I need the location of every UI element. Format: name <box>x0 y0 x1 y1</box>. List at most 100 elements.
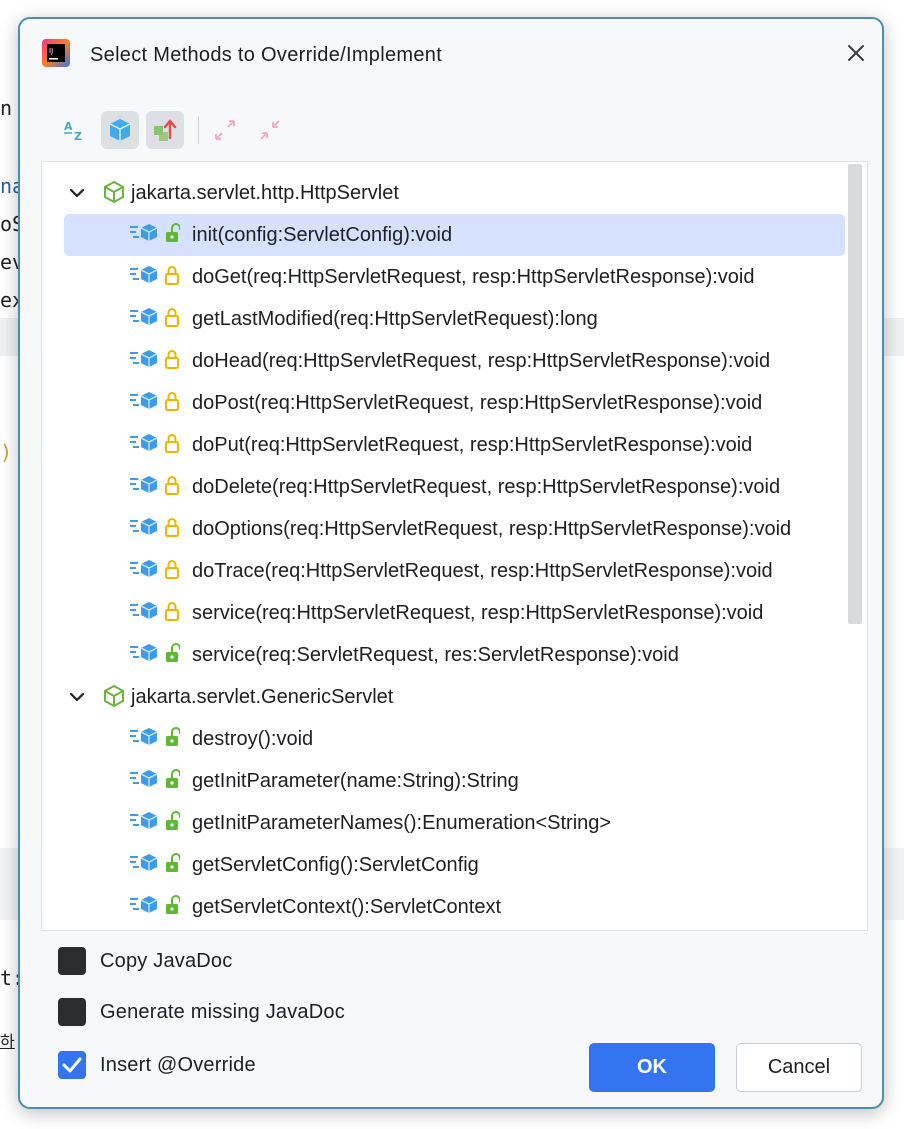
lock-protected-icon <box>165 308 179 327</box>
unlocked-public-icon <box>166 853 180 872</box>
hierarchy-arrow-icon <box>154 119 177 141</box>
class-icon <box>104 180 124 204</box>
override-methods-dialog: IJ Select Methods to Override/Implement … <box>18 17 884 1109</box>
intellij-logo-icon: IJ <box>42 39 70 67</box>
method-row[interactable]: service(req:HttpServletRequest, resp:Htt… <box>42 592 848 634</box>
method-icon <box>130 812 158 829</box>
method-signature-label: service(req:HttpServletRequest, resp:Htt… <box>192 602 764 624</box>
method-row[interactable]: doHead(req:HttpServletRequest, resp:Http… <box>42 340 848 382</box>
method-row[interactable]: getServletConfig():ServletConfig <box>42 844 848 886</box>
method-signature-label: doPost(req:HttpServletRequest, resp:Http… <box>192 392 763 414</box>
method-signature-label: getLastModified(req:HttpServletRequest):… <box>192 308 598 330</box>
method-signature-label: getInitParameter(name:String):String <box>192 770 519 792</box>
ok-button[interactable]: OK <box>589 1043 715 1092</box>
expand-all-button[interactable] <box>206 111 244 149</box>
unlocked-public-icon <box>166 643 180 662</box>
method-icon <box>130 896 158 913</box>
generate-javadoc-checkbox[interactable] <box>58 998 86 1026</box>
method-signature-label: init(config:ServletConfig):void <box>192 224 453 246</box>
show-interfaces-button[interactable] <box>101 111 139 149</box>
collapse-all-icon <box>260 120 280 140</box>
method-row[interactable]: doDelete(req:HttpServletRequest, resp:Ht… <box>42 466 848 508</box>
chevron-down-icon[interactable] <box>68 688 86 706</box>
toolbar-separator <box>198 116 199 144</box>
method-signature-label: destroy():void <box>192 728 314 750</box>
method-icon <box>130 266 158 283</box>
method-signature-label: getServletContext():ServletContext <box>192 896 502 918</box>
method-icon <box>130 518 158 535</box>
method-row[interactable]: getInitParameter(name:String):String <box>42 760 848 802</box>
collapse-all-button[interactable] <box>251 111 289 149</box>
copy-javadoc-checkbox[interactable] <box>58 947 86 975</box>
method-signature-label: doOptions(req:HttpServletRequest, resp:H… <box>192 518 792 540</box>
method-row[interactable]: doGet(req:HttpServletRequest, resp:HttpS… <box>42 256 848 298</box>
tree-class-node[interactable]: jakarta.servlet.GenericServlet <box>42 676 848 718</box>
editor-fragment: n <box>0 96 13 120</box>
sort-alpha-icon: A Z <box>64 120 82 143</box>
cancel-button[interactable]: Cancel <box>736 1043 862 1092</box>
generate-javadoc-label: Generate missing JavaDoc <box>100 1001 345 1023</box>
sort-alphabetically-button[interactable]: A Z <box>56 111 94 149</box>
editor-fragment: 하 <box>0 1032 15 1051</box>
dialog-title: Select Methods to Override/Implement <box>90 44 443 66</box>
chevron-down-icon[interactable] <box>68 184 86 202</box>
method-icon <box>130 854 158 871</box>
lock-protected-icon <box>165 602 179 621</box>
method-signature-label: doDelete(req:HttpServletRequest, resp:Ht… <box>192 476 781 498</box>
tree-class-node[interactable]: jakarta.servlet.http.HttpServlet <box>42 172 848 214</box>
method-row[interactable]: getInitParameterNames():Enumeration<Stri… <box>42 802 848 844</box>
checkmark-icon <box>62 1057 82 1073</box>
method-icon <box>130 602 158 619</box>
method-row[interactable]: service(req:ServletRequest, res:ServletR… <box>42 634 848 676</box>
class-name-label: jakarta.servlet.GenericServlet <box>131 686 394 708</box>
method-icon <box>130 434 158 451</box>
svg-text:Z: Z <box>74 130 82 143</box>
methods-tree[interactable]: jakarta.servlet.http.HttpServlet init(con… <box>41 161 868 931</box>
unlocked-public-icon <box>166 769 180 788</box>
method-signature-label: getServletConfig():ServletConfig <box>192 854 479 876</box>
method-row[interactable]: getLastModified(req:HttpServletRequest):… <box>42 298 848 340</box>
editor-fragment: ) <box>0 440 13 464</box>
method-row[interactable]: doTrace(req:HttpServletRequest, resp:Htt… <box>42 550 848 592</box>
show-hierarchy-button[interactable] <box>146 111 184 149</box>
method-signature-label: doPut(req:HttpServletRequest, resp:HttpS… <box>192 434 753 456</box>
method-row[interactable]: doOptions(req:HttpServletRequest, resp:H… <box>42 508 848 550</box>
method-signature-label: doHead(req:HttpServletRequest, resp:Http… <box>192 350 771 372</box>
method-icon <box>130 350 158 367</box>
svg-text:A: A <box>64 120 73 133</box>
lock-protected-icon <box>165 476 179 495</box>
method-row[interactable]: destroy():void <box>42 718 848 760</box>
insert-override-checkbox[interactable] <box>58 1051 86 1079</box>
svg-text:IJ: IJ <box>49 47 53 55</box>
unlocked-public-icon <box>166 895 180 914</box>
vertical-scrollbar[interactable] <box>848 164 862 624</box>
method-icon <box>130 476 158 493</box>
lock-protected-icon <box>165 434 179 453</box>
lock-protected-icon <box>165 560 179 579</box>
method-icon <box>130 224 158 241</box>
method-row[interactable]: doPut(req:HttpServletRequest, resp:HttpS… <box>42 424 848 466</box>
lock-protected-icon <box>165 392 179 411</box>
method-signature-label: doGet(req:HttpServletRequest, resp:HttpS… <box>192 266 755 288</box>
unlocked-public-icon <box>166 727 180 746</box>
unlocked-public-icon <box>166 811 180 830</box>
method-signature-label: getInitParameterNames():Enumeration<Stri… <box>192 812 612 834</box>
method-row[interactable]: getServletContext():ServletContext <box>42 886 848 928</box>
method-signature-label: service(req:ServletRequest, res:ServletR… <box>192 644 679 666</box>
method-icon <box>130 308 158 325</box>
insert-override-label: Insert @Override <box>100 1054 256 1076</box>
method-icon <box>130 392 158 409</box>
lock-protected-icon <box>165 266 179 285</box>
method-row[interactable]: init(config:ServletConfig):void <box>42 214 848 256</box>
copy-javadoc-label: Copy JavaDoc <box>100 950 233 972</box>
method-icon <box>130 560 158 577</box>
lock-protected-icon <box>165 350 179 369</box>
expand-all-icon <box>215 120 235 140</box>
cube-icon <box>109 119 131 141</box>
method-signature-label: doTrace(req:HttpServletRequest, resp:Htt… <box>192 560 773 582</box>
lock-protected-icon <box>165 518 179 537</box>
method-row[interactable]: doPost(req:HttpServletRequest, resp:Http… <box>42 382 848 424</box>
class-icon <box>104 684 124 708</box>
close-icon[interactable] <box>842 39 870 67</box>
method-icon <box>130 770 158 787</box>
